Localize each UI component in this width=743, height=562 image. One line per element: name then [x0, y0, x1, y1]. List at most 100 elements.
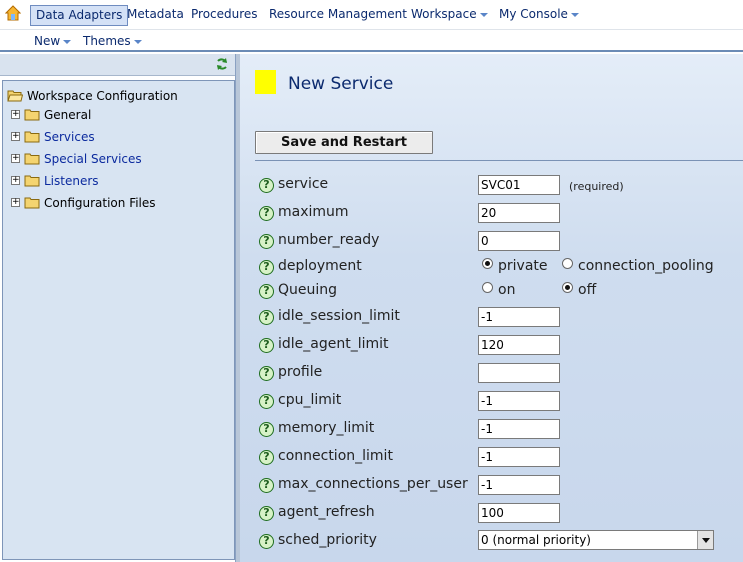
refresh-icon[interactable]	[215, 57, 229, 71]
help-icon[interactable]: ?	[259, 506, 274, 521]
field-label-idle-agent-limit: idle_agent_limit	[278, 336, 389, 352]
chevron-down-icon	[570, 12, 579, 17]
top-menu-bar: Data Adapters Metadata Procedures Resour…	[0, 0, 743, 30]
submenu-new[interactable]: New	[34, 32, 72, 50]
menu-label: Workspace	[411, 7, 477, 21]
queuing-on-radio[interactable]: on	[482, 282, 515, 300]
memory-limit-input[interactable]	[478, 419, 560, 439]
chevron-down-icon	[479, 12, 488, 17]
required-note: (required)	[569, 180, 624, 193]
sched-priority-select[interactable]: 0 (normal priority)	[478, 530, 714, 550]
deployment-private-radio[interactable]: private	[482, 258, 548, 276]
help-icon[interactable]: ?	[259, 366, 274, 381]
field-label-number-ready: number_ready	[278, 232, 380, 248]
maximum-input[interactable]	[478, 203, 560, 223]
service-color-swatch	[255, 70, 276, 94]
idle-agent-limit-input[interactable]	[478, 335, 560, 355]
field-label-memory-limit: memory_limit	[278, 420, 375, 436]
field-label-agent-refresh: agent_refresh	[278, 504, 375, 520]
tree-item-label: Configuration Files	[44, 196, 156, 210]
menu-label: My Console	[499, 7, 568, 21]
help-icon[interactable]: ?	[259, 206, 274, 221]
profile-input[interactable]	[478, 363, 560, 383]
deployment-connection-pooling-radio[interactable]: connection_pooling	[562, 258, 714, 276]
help-icon[interactable]: ?	[259, 478, 274, 493]
help-icon[interactable]: ?	[259, 450, 274, 465]
help-icon[interactable]: ?	[259, 234, 274, 249]
field-label-deployment: deployment	[278, 258, 362, 274]
max-connections-per-user-input[interactable]	[478, 475, 560, 495]
expand-icon[interactable]: +	[11, 132, 20, 141]
radio-unchecked-icon	[482, 282, 493, 293]
field-label-maximum: maximum	[278, 204, 349, 220]
expand-icon[interactable]: +	[11, 110, 20, 119]
help-icon[interactable]: ?	[259, 338, 274, 353]
queuing-off-radio[interactable]: off	[562, 282, 596, 300]
home-icon[interactable]	[5, 5, 21, 21]
folder-icon	[24, 109, 40, 121]
menu-metadata[interactable]: Metadata	[123, 5, 188, 26]
tree-item-label: General	[44, 108, 92, 122]
radio-unchecked-icon	[562, 258, 573, 269]
expand-icon[interactable]: +	[11, 176, 20, 185]
radio-label: connection_pooling	[578, 258, 714, 274]
idle-session-limit-input[interactable]	[478, 307, 560, 327]
folder-icon	[24, 197, 40, 209]
sub-menu-bar: New Themes	[0, 30, 743, 52]
help-icon[interactable]: ?	[259, 178, 274, 193]
expand-icon[interactable]: +	[11, 154, 20, 163]
agent-refresh-input[interactable]	[478, 503, 560, 523]
folder-icon	[24, 153, 40, 165]
help-icon[interactable]: ?	[259, 422, 274, 437]
navigation-toolbar	[0, 54, 235, 76]
navigation-panel: Workspace Configuration + General + Serv…	[0, 54, 236, 562]
radio-label: private	[498, 258, 548, 274]
field-label-queuing: Queuing	[278, 282, 338, 298]
tree-item-label: Special Services	[44, 152, 142, 166]
menu-label: Resource Management	[269, 7, 407, 21]
folder-icon	[24, 175, 40, 187]
tree-item-label: Services	[44, 130, 95, 144]
folder-icon	[24, 131, 40, 143]
dropdown-arrow-icon[interactable]	[697, 531, 713, 549]
field-label-cpu-limit: cpu_limit	[278, 392, 342, 408]
submenu-label: New	[34, 34, 61, 48]
tree-root-label: Workspace Configuration	[27, 89, 178, 103]
field-label-profile: profile	[278, 364, 323, 380]
radio-label: off	[578, 282, 597, 298]
radio-checked-icon	[562, 282, 573, 293]
field-label-sched-priority: sched_priority	[278, 532, 377, 548]
help-icon[interactable]: ?	[259, 310, 274, 325]
select-value: 0 (normal priority)	[481, 533, 591, 547]
save-and-restart-button[interactable]: Save and Restart	[255, 131, 433, 154]
expand-icon[interactable]: +	[11, 198, 20, 207]
radio-checked-icon	[482, 258, 493, 269]
field-label-service: service	[278, 176, 329, 192]
menu-data-adapters[interactable]: Data Adapters	[30, 5, 129, 26]
menu-label: Procedures	[191, 7, 258, 21]
radio-label: on	[498, 282, 516, 298]
number-ready-input[interactable]	[478, 231, 560, 251]
submenu-themes[interactable]: Themes	[83, 32, 142, 50]
tree-item-label: Listeners	[44, 174, 99, 188]
field-label-max-connections-per-user: max_connections_per_user	[278, 476, 468, 492]
menu-label: Metadata	[127, 7, 184, 21]
menu-workspace[interactable]: Workspace	[407, 5, 492, 26]
help-icon[interactable]: ?	[259, 260, 274, 275]
menu-label: Data Adapters	[36, 8, 123, 22]
help-icon[interactable]: ?	[259, 394, 274, 409]
field-label-connection-limit: connection_limit	[278, 448, 393, 464]
cpu-limit-input[interactable]	[478, 391, 560, 411]
service-input[interactable]	[478, 175, 560, 195]
connection-limit-input[interactable]	[478, 447, 560, 467]
page-title: New Service	[288, 74, 394, 94]
chevron-down-icon	[133, 39, 142, 44]
menu-resource-management[interactable]: Resource Management	[265, 5, 411, 26]
help-icon[interactable]: ?	[259, 284, 274, 299]
service-form-panel: New Service Save and Restart ? service (…	[240, 54, 743, 562]
menu-my-console[interactable]: My Console	[495, 5, 583, 26]
workspace-tree: Workspace Configuration + General + Serv…	[2, 80, 235, 560]
help-icon[interactable]: ?	[259, 534, 274, 549]
chevron-down-icon	[63, 39, 72, 44]
menu-procedures[interactable]: Procedures	[187, 5, 262, 26]
